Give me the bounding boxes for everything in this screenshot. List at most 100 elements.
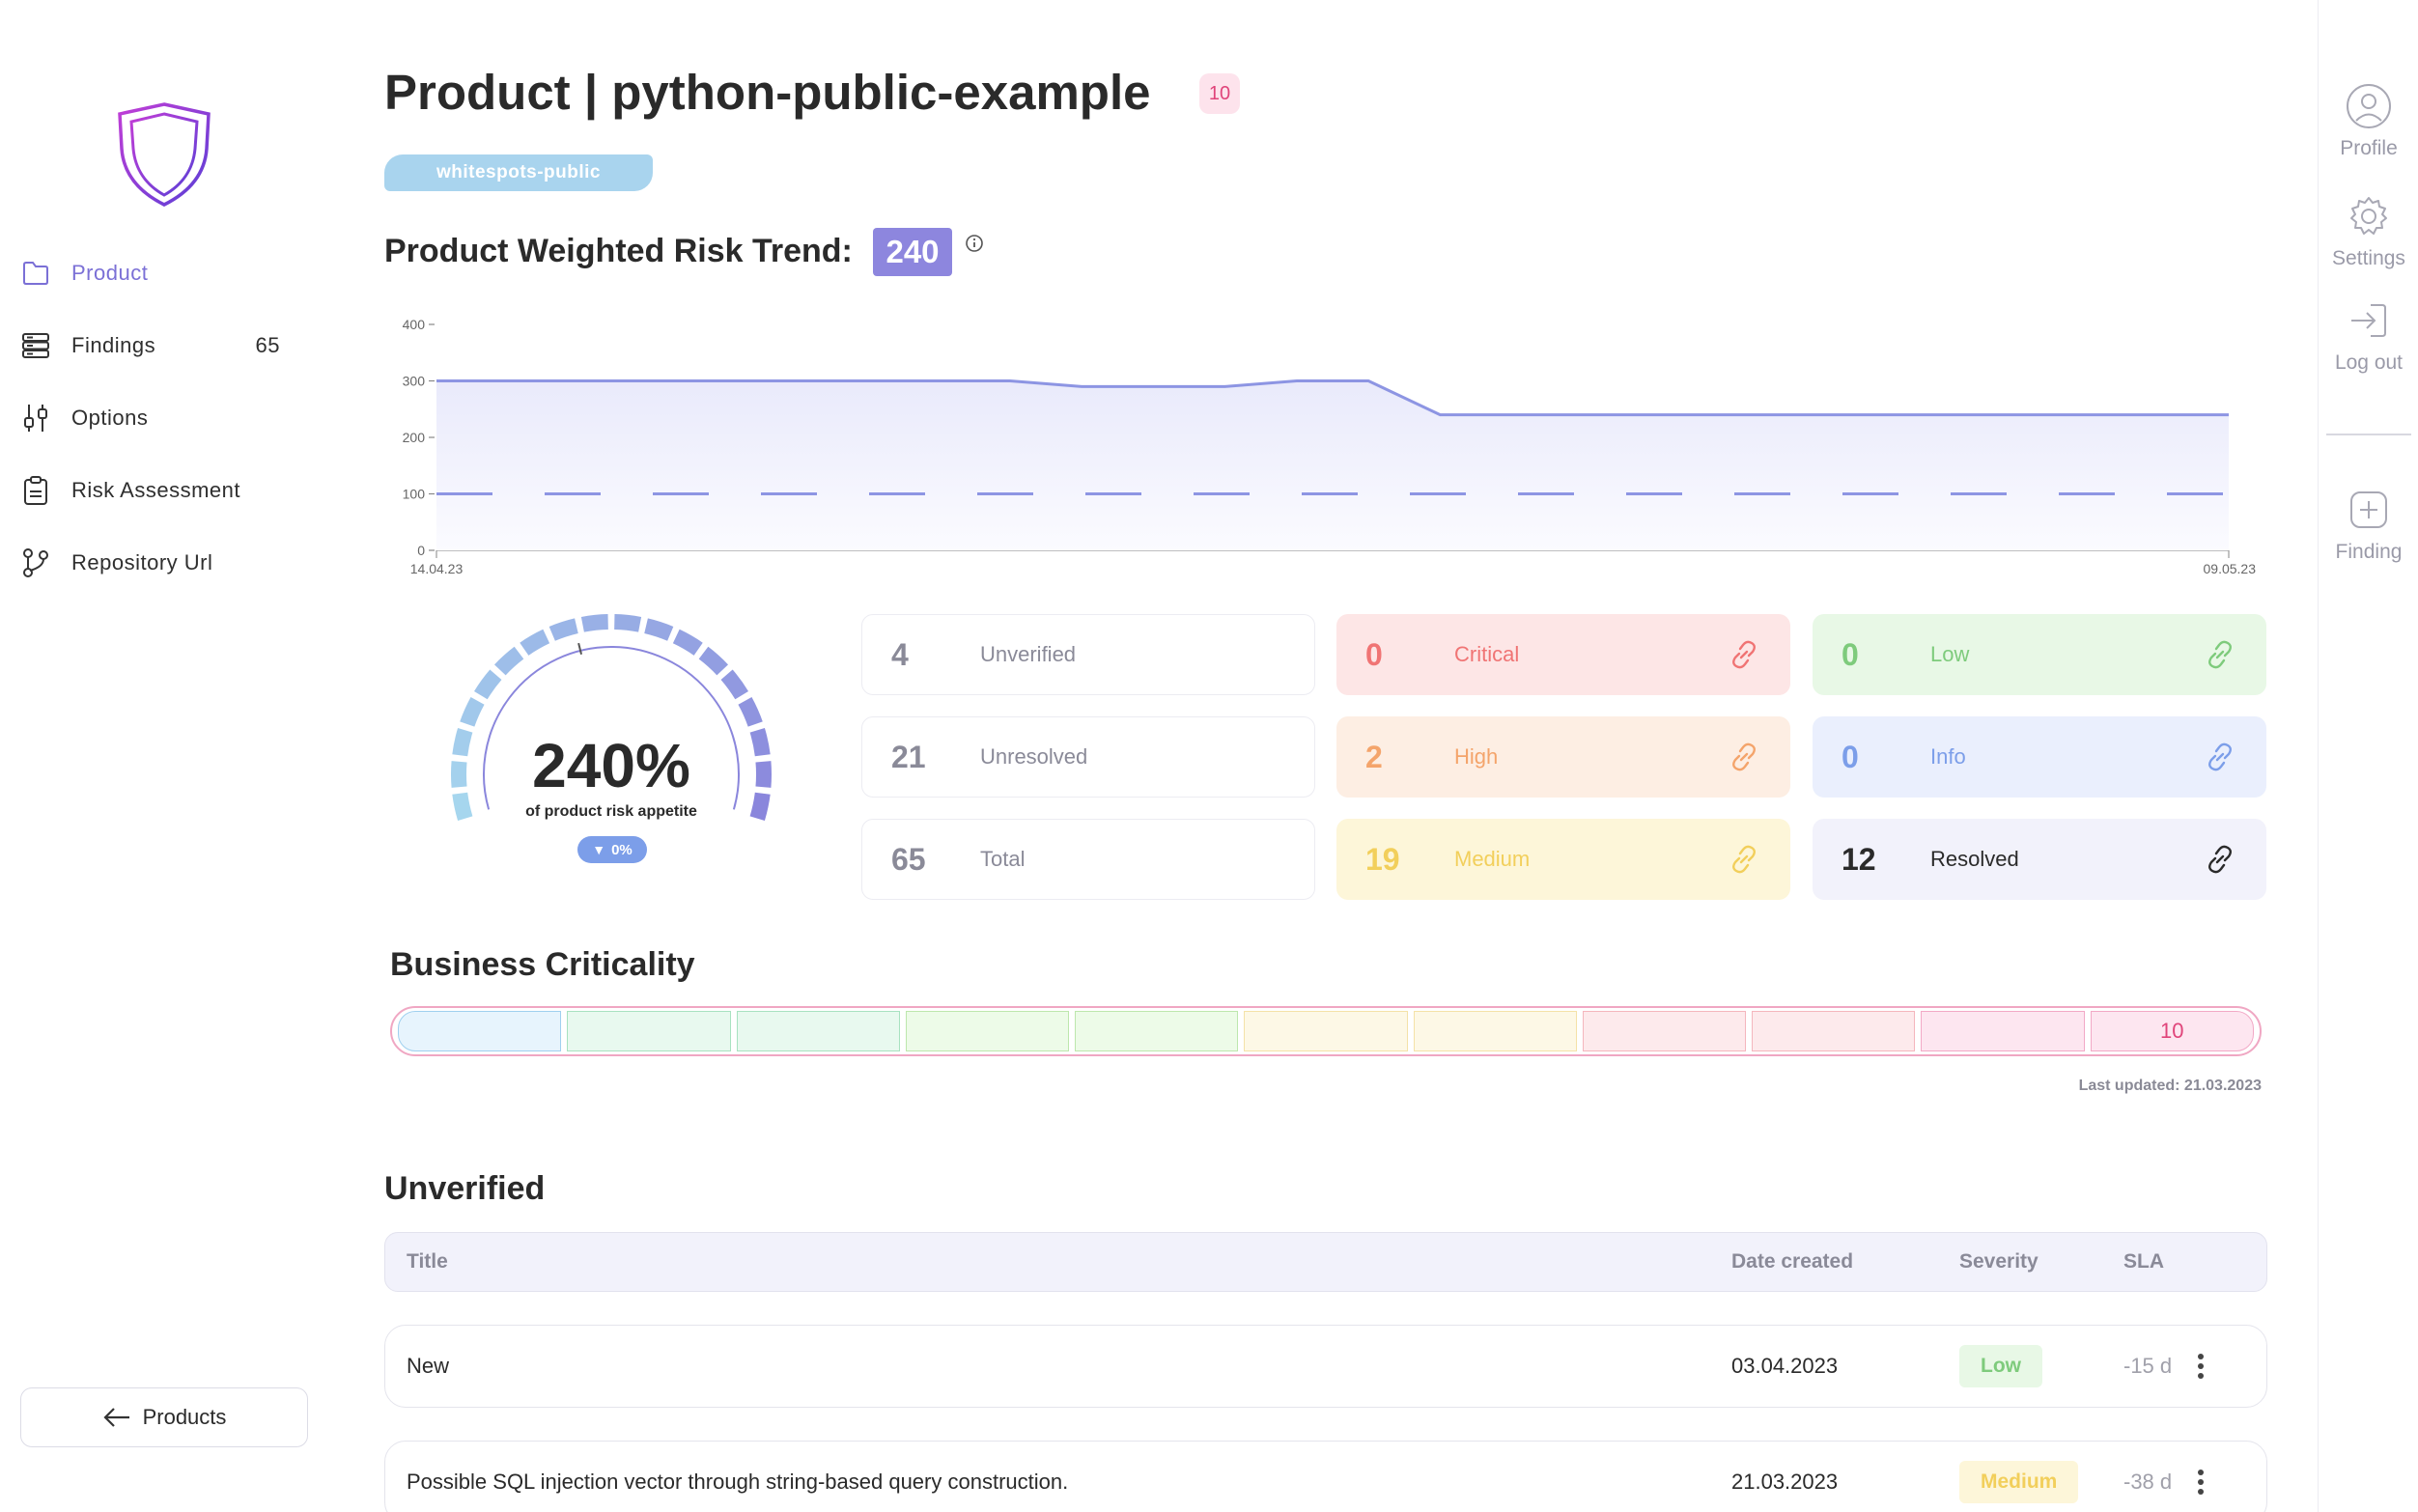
finding-title: New	[407, 1354, 450, 1378]
y-tick-label: 100	[403, 487, 426, 502]
stat-label: Low	[1930, 642, 1970, 666]
gauge-segment	[460, 697, 485, 727]
risk-trend-chart: 0 100 200 300 400 14.04.23 09.05.23	[403, 317, 2257, 576]
severity-badge: Medium	[1959, 1461, 2079, 1503]
x-tick-label-start: 14.04.23	[410, 561, 464, 576]
sidebar-item-label: Repository Url	[71, 550, 213, 574]
sidebar-item-risk-assessment[interactable]: Risk Assessment	[19, 466, 299, 515]
trend-score-badge: 240	[873, 228, 952, 276]
sidebar-item-label: Options	[71, 406, 149, 430]
finding-label: Finding	[2335, 541, 2403, 563]
criticality-segment[interactable]	[1752, 1011, 1916, 1051]
criticality-segment[interactable]	[1413, 1011, 1577, 1051]
finding-date: 21.03.2023	[1731, 1470, 1839, 1494]
criticality-segment[interactable]	[398, 1011, 562, 1051]
gauge-segment	[493, 646, 524, 676]
trend-area	[436, 380, 2229, 550]
logout-icon	[2346, 297, 2392, 344]
main-content: Product | python-public-example 10 white…	[384, 0, 2267, 1512]
gauge-segment	[698, 646, 729, 676]
team-tag[interactable]: whitespots-public	[384, 154, 653, 191]
app-root: Product Findings 65 Options Risk Assessm…	[0, 0, 2418, 1512]
stat-label: Unresolved	[980, 744, 1088, 769]
risk-appetite-gauge: 240% of product risk appetite ▼ 0%	[442, 610, 780, 881]
table-row[interactable]: New 03.04.2023 Low -15 d	[384, 1325, 2267, 1408]
stat-card-info[interactable]: 0 Info	[1813, 716, 2266, 798]
link-icon[interactable]	[1727, 740, 1761, 774]
clipboard-icon	[19, 474, 52, 507]
finding-title: Possible SQL injection vector through st…	[407, 1470, 1069, 1494]
criticality-segment[interactable]	[1582, 1011, 1747, 1051]
sidebar-item-findings[interactable]: Findings 65	[19, 322, 299, 370]
stat-number: 0	[1365, 636, 1383, 672]
criticality-segment[interactable]	[1244, 1011, 1408, 1051]
criticality-segment[interactable]	[567, 1011, 731, 1051]
criticality-segment[interactable]	[1075, 1011, 1239, 1051]
stat-card-critical[interactable]: 0 Critical	[1336, 614, 1790, 695]
severity-badge: Low	[1959, 1345, 2042, 1387]
arrow-left-icon	[102, 1407, 131, 1428]
gauge-delta-value: 0%	[611, 841, 633, 858]
link-icon[interactable]	[1727, 637, 1761, 672]
stat-card-resolved[interactable]: 12 Resolved	[1813, 819, 2266, 900]
products-button-label: Products	[142, 1405, 227, 1429]
add-finding-button[interactable]: Finding	[2319, 487, 2418, 564]
gauge-delta-badge: ▼ 0%	[577, 836, 647, 863]
y-tick-label: 400	[403, 317, 426, 332]
page-title: Product | python-public-example	[384, 65, 1151, 120]
criticality-segment[interactable]	[736, 1011, 900, 1051]
column-header-sla[interactable]: SLA	[2123, 1233, 2164, 1291]
stat-label: Unverified	[980, 642, 1077, 666]
column-header-title[interactable]: Title	[407, 1233, 448, 1291]
profile-button[interactable]: Profile	[2319, 83, 2418, 160]
stat-card-unverified[interactable]: 4 Unverified	[861, 614, 1315, 695]
gauge-value: 240%	[532, 731, 690, 800]
folder-icon	[19, 257, 52, 290]
criticality-segment[interactable]	[905, 1011, 1070, 1051]
criticality-segment[interactable]	[1921, 1011, 2085, 1051]
gear-icon	[2346, 193, 2392, 239]
y-tick-label: 300	[403, 374, 426, 389]
sidebar-item-repository-url[interactable]: Repository Url	[19, 539, 299, 587]
criticality-segment-selected[interactable]: 10	[2090, 1011, 2254, 1051]
stat-card-total[interactable]: 65 Total	[861, 819, 1315, 900]
more-options-icon[interactable]	[2181, 1347, 2220, 1386]
gauge-segment	[738, 697, 763, 727]
finding-sla: -38 d	[2123, 1470, 2173, 1494]
column-header-severity[interactable]: Severity	[1959, 1233, 2038, 1291]
stat-label: Resolved	[1930, 847, 2019, 871]
findings-count: 65	[255, 333, 280, 357]
stat-card-low[interactable]: 0 Low	[1813, 614, 2266, 695]
stat-number: 0	[1842, 636, 1859, 672]
settings-label: Settings	[2332, 247, 2405, 269]
sidebar-item-product[interactable]: Product	[19, 249, 299, 297]
column-header-date[interactable]: Date created	[1731, 1233, 1853, 1291]
settings-button[interactable]: Settings	[2319, 193, 2418, 270]
server-icon	[19, 329, 52, 362]
logout-button[interactable]: Log out	[2319, 297, 2418, 375]
info-icon[interactable]	[964, 233, 985, 254]
back-to-products-button[interactable]: Products	[20, 1387, 308, 1447]
link-icon[interactable]	[2203, 740, 2237, 774]
stat-label: Critical	[1454, 642, 1520, 666]
gauge-segment	[520, 629, 550, 656]
stat-card-medium[interactable]: 19 Medium	[1336, 819, 1790, 900]
stat-card-high[interactable]: 2 High	[1336, 716, 1790, 798]
stat-number: 2	[1365, 739, 1383, 774]
gauge-marker	[577, 642, 583, 656]
link-icon[interactable]	[1727, 842, 1761, 877]
gauge-segment	[644, 618, 674, 641]
gauge-segment	[548, 618, 578, 641]
unverified-section-title: Unverified	[384, 1170, 546, 1207]
table-header: Title Date created Severity SLA	[384, 1232, 2267, 1292]
plus-square-icon	[2346, 487, 2392, 533]
stat-card-unresolved[interactable]: 21 Unresolved	[861, 716, 1315, 798]
sidebar-item-options[interactable]: Options	[19, 394, 299, 442]
more-options-icon[interactable]	[2181, 1463, 2220, 1501]
user-circle-icon	[2346, 83, 2392, 129]
gauge-segment	[580, 614, 608, 632]
link-icon[interactable]	[2203, 637, 2237, 672]
table-row[interactable]: Possible SQL injection vector through st…	[384, 1441, 2267, 1512]
gauge-segment	[672, 629, 703, 656]
link-icon[interactable]	[2203, 842, 2237, 877]
